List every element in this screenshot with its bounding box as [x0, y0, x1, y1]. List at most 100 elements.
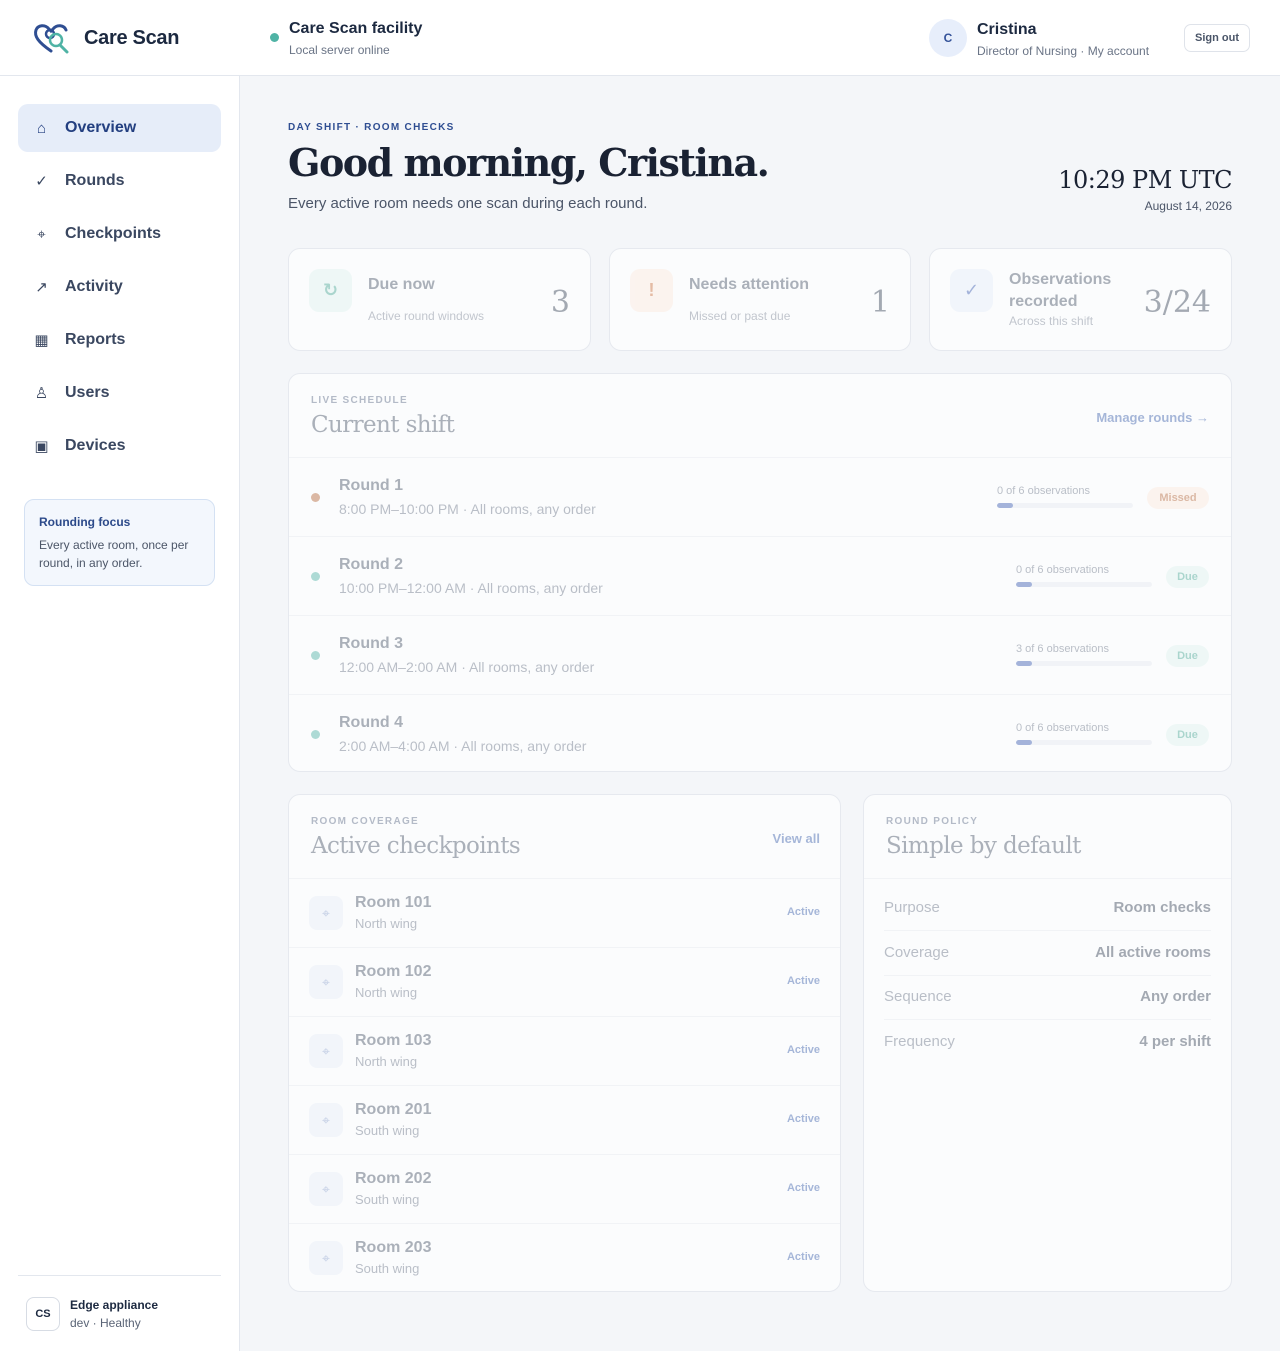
sidebar-item-checkpoints[interactable]: ⌖ Checkpoints [18, 210, 221, 258]
server-status: Local server online [289, 43, 390, 57]
round-row[interactable]: Round 2 10:00 PM–12:00 AM · All rooms, a… [289, 537, 1231, 615]
checkpoint-icon: ⌖ [309, 896, 343, 930]
list-item[interactable]: ⌖ Room 203 South wing Active [289, 1224, 840, 1293]
brand[interactable]: Care Scan [32, 22, 179, 54]
stat-card-observations: ✓ Observations recorded Across this shif… [929, 248, 1232, 351]
progress-fill [1016, 582, 1033, 587]
policy-key: Sequence [884, 988, 952, 1005]
room-wing: North wing [355, 1054, 418, 1069]
sidebar-item-devices[interactable]: ▣ Devices [18, 422, 221, 470]
facility-status: Care Scan facility Local server online [268, 20, 422, 57]
rounding-focus-text: Every active room, once per round, in an… [39, 538, 189, 570]
room-name: Room 201 [355, 1101, 432, 1118]
policy-key: Purpose [884, 899, 940, 916]
stat-value: 3 [550, 285, 570, 320]
room-name: Room 203 [355, 1239, 432, 1256]
status-badge: Active [786, 1251, 820, 1263]
sidebar-item-reports[interactable]: ▦ Reports [18, 316, 221, 364]
round-progress: 0 of 6 observations [997, 485, 1133, 508]
status-badge: Active [786, 975, 820, 987]
sign-out-button[interactable]: Sign out [1184, 24, 1250, 52]
checkpoint-icon: ⌖ [309, 1034, 343, 1068]
progress-fill [1016, 661, 1033, 666]
policy-row: Frequency 4 per shift [884, 1020, 1211, 1065]
progress-label: 0 of 6 observations [1016, 722, 1109, 734]
round-row[interactable]: Round 4 2:00 AM–4:00 AM · All rooms, any… [289, 695, 1231, 773]
refresh-icon: ↻ [309, 269, 352, 312]
manage-rounds-link[interactable]: Manage rounds → [1096, 410, 1209, 425]
status-badge: Active [786, 1182, 820, 1194]
progress-track [997, 503, 1133, 508]
policy-row: Sequence Any order [884, 975, 1211, 1020]
user-name: Cristina [977, 21, 1037, 38]
round-progress: 0 of 6 observations [1016, 564, 1152, 587]
room-wing: North wing [355, 916, 418, 931]
policy-row: Coverage All active rooms [884, 931, 1211, 976]
view-all-link[interactable]: View all [773, 831, 820, 846]
list-item[interactable]: ⌖ Room 202 South wing Active [289, 1155, 840, 1224]
stat-subtitle: Missed or past due [689, 309, 791, 323]
list-item[interactable]: ⌖ Room 101 North wing Active [289, 879, 840, 948]
room-wing: South wing [355, 1123, 420, 1138]
policy-key: Frequency [884, 1033, 955, 1050]
stat-value: 3/24 [1143, 285, 1211, 320]
schedule-title: Current shift [311, 412, 455, 438]
stat-title: Observations recorded [1009, 271, 1112, 310]
round-time: 8:00 PM–10:00 PM · All rooms, any order [339, 501, 596, 517]
shift-eyebrow: DAY SHIFT · ROOM CHECKS [288, 122, 455, 133]
round-row[interactable]: Round 3 12:00 AM–2:00 AM · All rooms, an… [289, 616, 1231, 694]
status-badge: Active [786, 1044, 820, 1056]
device-status: CS Edge appliance dev · Healthy [26, 1297, 158, 1331]
list-item[interactable]: ⌖ Room 102 North wing Active [289, 948, 840, 1017]
sidebar-item-label: Checkpoints [65, 225, 162, 242]
list-item[interactable]: ⌖ Room 201 South wing Active [289, 1086, 840, 1155]
round-name: Round 1 [339, 477, 403, 494]
device-health: dev · Healthy [70, 1316, 141, 1330]
status-badge: Due [1166, 566, 1209, 588]
sidebar-item-overview[interactable]: ⌂ Overview [18, 104, 221, 152]
sidebar-item-label: Reports [65, 331, 126, 348]
current-shift-card: LIVE SCHEDULE Current shift Manage round… [288, 373, 1232, 772]
care-scan-logo-icon [34, 24, 69, 54]
checkpoint-icon: ⌖ [309, 1241, 343, 1275]
sidebar-divider [18, 1275, 221, 1276]
round-row[interactable]: Round 1 8:00 PM–10:00 PM · All rooms, an… [289, 458, 1231, 536]
room-name: Room 103 [355, 1032, 432, 1049]
status-badge: Due [1166, 645, 1209, 667]
coverage-title: Active checkpoints [311, 833, 521, 859]
check-icon: ✓ [950, 269, 993, 312]
sidebar-item-label: Rounds [65, 172, 125, 189]
crosshair-icon: ⌖ [37, 225, 46, 243]
user-role[interactable]: Director of Nursing · My account [977, 44, 1149, 58]
policy-value: 4 per shift [1139, 1033, 1211, 1050]
device-icon: ▣ [34, 438, 49, 455]
status-badge: Active [786, 906, 820, 918]
current-date: August 14, 2026 [1144, 199, 1232, 213]
avatar: C [929, 19, 967, 57]
checkpoint-icon: ⌖ [309, 1103, 343, 1137]
device-badge: CS [26, 1297, 60, 1331]
schedule-eyebrow: LIVE SCHEDULE [311, 395, 408, 406]
round-time: 12:00 AM–2:00 AM · All rooms, any order [339, 659, 595, 675]
page-title: Good morning, Cristina. [288, 140, 770, 185]
progress-label: 3 of 6 observations [1016, 643, 1109, 655]
progress-fill [997, 503, 1014, 508]
round-progress: 3 of 6 observations [1016, 643, 1152, 666]
list-item[interactable]: ⌖ Room 103 North wing Active [289, 1017, 840, 1086]
sidebar-item-label: Overview [65, 119, 137, 136]
policy-value: All active rooms [1095, 944, 1211, 961]
sidebar-item-label: Activity [65, 278, 123, 295]
room-wing: North wing [355, 985, 418, 1000]
sidebar-item-label: Users [65, 384, 110, 401]
room-name: Room 202 [355, 1170, 432, 1187]
stat-card-needs-attention: ! Needs attention Missed or past due 1 [609, 248, 911, 351]
sidebar-item-activity[interactable]: ↗ Activity [18, 263, 221, 311]
room-name: Room 102 [355, 963, 432, 980]
stat-subtitle: Active round windows [368, 309, 485, 323]
room-name: Room 101 [355, 894, 432, 911]
progress-fill [1016, 740, 1033, 745]
sidebar-item-users[interactable]: ♙ Users [18, 369, 221, 417]
sidebar-item-rounds[interactable]: ✓ Rounds [18, 157, 221, 205]
check-icon: ✓ [35, 173, 48, 190]
account-menu[interactable]: C Cristina Director of Nursing · My acco… [929, 19, 1149, 58]
